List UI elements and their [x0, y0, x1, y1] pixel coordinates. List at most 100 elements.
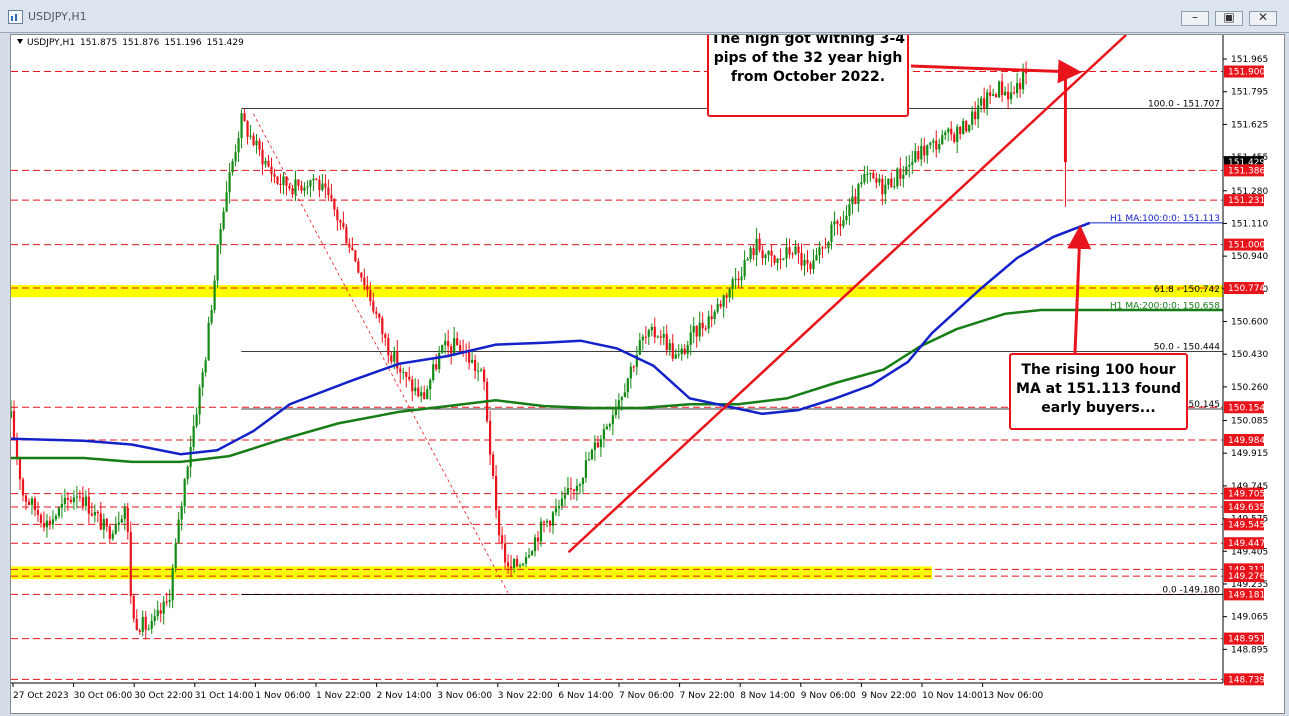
- minimize-icon: –: [1192, 10, 1198, 24]
- candle-body: [48, 520, 52, 525]
- candle-body: [279, 183, 282, 186]
- candle-body: [390, 355, 393, 362]
- window-titlebar[interactable]: USDJPY,H1 – ▣ ✕: [0, 0, 1289, 33]
- candle-body: [447, 341, 450, 347]
- y-tick-label: 151.965: [1231, 55, 1268, 65]
- ohlc-symbol: USDJPY,H1: [27, 38, 75, 48]
- candle-body: [114, 524, 117, 534]
- price-label-text: 150.774: [1228, 284, 1265, 294]
- candle-body: [854, 196, 857, 204]
- candle-body: [539, 521, 543, 542]
- candle-body: [629, 366, 632, 379]
- candle-body: [24, 495, 28, 502]
- candle-body: [644, 336, 647, 338]
- candle-body: [959, 126, 962, 135]
- candle-body: [255, 140, 258, 146]
- candle-body: [120, 519, 123, 523]
- candle-body: [920, 145, 923, 160]
- fib-level-label: 50.0 - 150.444: [1154, 343, 1220, 353]
- candle-body: [264, 160, 267, 165]
- candle-body: [195, 414, 198, 427]
- candle-body: [494, 475, 498, 511]
- candle-body: [719, 303, 722, 307]
- candle-body: [677, 354, 680, 356]
- candle-body: [483, 369, 486, 382]
- candle-body: [309, 180, 312, 187]
- candle-body: [803, 259, 806, 266]
- candle-body: [330, 194, 333, 199]
- candle-body: [135, 618, 138, 631]
- candle-body: [608, 424, 611, 427]
- candle-body: [129, 531, 132, 597]
- candle-body: [908, 164, 911, 167]
- candle-body: [87, 496, 90, 514]
- candle-body: [761, 250, 764, 259]
- x-tick-label: 6 Nov 14:00: [558, 691, 613, 701]
- candle-body: [33, 498, 37, 511]
- restore-button[interactable]: ▣: [1215, 10, 1243, 26]
- candle-body: [429, 380, 432, 390]
- candle-body: [941, 135, 944, 145]
- close-button[interactable]: ✕: [1249, 10, 1277, 26]
- candle-body: [491, 454, 495, 476]
- candle-body: [524, 557, 528, 564]
- candle-body: [929, 142, 932, 146]
- candle-body: [755, 238, 758, 256]
- candle-body: [857, 184, 860, 204]
- candle-body: [743, 260, 746, 277]
- candle-body: [758, 238, 761, 251]
- candle-body: [1007, 91, 1010, 100]
- chart-window-icon: [8, 10, 23, 24]
- candle-body: [165, 601, 168, 603]
- y-tick-label: 150.260: [1231, 383, 1268, 393]
- candle-body: [426, 389, 429, 399]
- candle-body: [318, 179, 321, 191]
- candle-body: [656, 336, 659, 338]
- candle-body: [99, 513, 102, 530]
- candle-body: [791, 254, 794, 256]
- candle-body: [198, 387, 201, 415]
- price-label-text: 149.984: [1228, 436, 1265, 446]
- candle-body: [779, 258, 782, 260]
- candle-body: [731, 279, 734, 289]
- highlight-zone: [11, 285, 1223, 298]
- y-tick-label: 148.895: [1231, 645, 1268, 655]
- candle-body: [551, 512, 555, 526]
- candle-body: [342, 222, 345, 228]
- candle-body: [674, 354, 677, 359]
- x-tick-label: 7 Nov 22:00: [680, 691, 735, 701]
- candle-body: [282, 176, 285, 186]
- candle-body: [911, 161, 914, 165]
- collapse-triangle-icon[interactable]: [17, 39, 23, 44]
- candle-body: [866, 173, 869, 175]
- candle-body: [315, 178, 318, 180]
- candle-body: [821, 247, 824, 249]
- candle-body: [548, 520, 552, 526]
- candle-body: [578, 484, 582, 486]
- candle-body: [306, 186, 309, 188]
- candle-body: [764, 254, 767, 259]
- candle-body: [414, 387, 417, 392]
- y-tick-label: 150.430: [1231, 350, 1268, 360]
- candle-body: [800, 252, 803, 266]
- candle-body: [45, 520, 49, 528]
- candle-body: [345, 227, 348, 244]
- candle-body: [453, 338, 456, 354]
- candle-body: [815, 255, 818, 261]
- candle-body: [228, 172, 231, 193]
- candle-body: [917, 151, 920, 160]
- candle-body: [15, 438, 19, 458]
- candle-body: [162, 601, 165, 614]
- candle-body: [42, 522, 46, 528]
- candle-body: [923, 145, 926, 156]
- ohlc-close: 151.429: [206, 38, 244, 48]
- candle-body: [54, 516, 58, 520]
- minimize-button[interactable]: –: [1181, 10, 1209, 26]
- candle-body: [668, 343, 671, 350]
- candle-body: [560, 498, 564, 506]
- candle-body: [851, 196, 854, 205]
- candle-body: [417, 387, 420, 397]
- candle-body: [243, 113, 246, 122]
- chart-plot-area[interactable]: 100.0 - 151.707 61.8 - 150.742 50.0 - 150.…: [10, 34, 1285, 714]
- candle-body: [509, 566, 513, 569]
